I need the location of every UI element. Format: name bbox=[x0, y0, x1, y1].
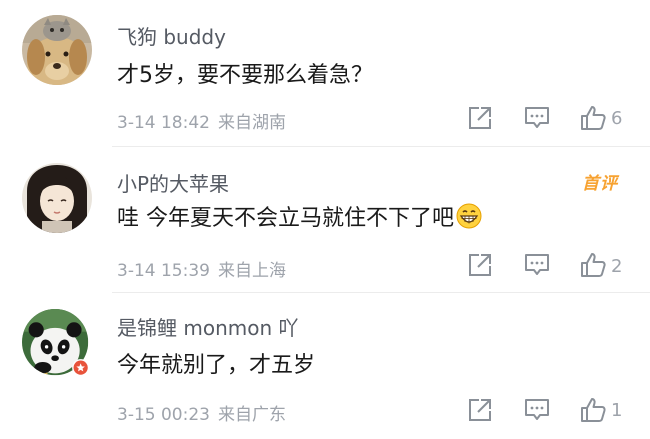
comment-text: 今年就别了，才五岁 bbox=[117, 353, 316, 378]
comment-item: 是锦鲤 monmon 吖 今年就别了，才五岁 3-15 00:23 来自广东 1 bbox=[0, 292, 650, 438]
reply-button[interactable] bbox=[524, 397, 550, 423]
username[interactable]: 是锦鲤 monmon 吖 bbox=[117, 312, 299, 341]
like-count: 2 bbox=[611, 256, 623, 277]
reply-button[interactable] bbox=[524, 105, 550, 131]
user-avatar[interactable] bbox=[22, 15, 92, 85]
dog-avatar-icon bbox=[22, 15, 92, 85]
comment-meta: 3-15 00:23 来自广东 bbox=[117, 400, 286, 425]
like-button[interactable] bbox=[580, 397, 606, 423]
share-button[interactable] bbox=[467, 397, 493, 423]
panda-avatar-icon bbox=[22, 309, 90, 377]
user-avatar[interactable] bbox=[22, 163, 92, 233]
like-count: 1 bbox=[611, 400, 623, 421]
share-button[interactable] bbox=[467, 105, 493, 131]
comment-text-content: 哇 今年夏天不会立马就住不下了吧 bbox=[117, 206, 454, 231]
comment-location: 来自广东 bbox=[217, 405, 286, 425]
comment-icon bbox=[525, 107, 549, 128]
comment-item: 小P的大苹果 首评 哇 今年夏天不会立马就住不下了吧 3-14 15:39 来自上… bbox=[0, 146, 650, 292]
grin-emoji-icon bbox=[456, 203, 482, 235]
thumbs-up-icon bbox=[581, 398, 606, 422]
thumbs-up-icon bbox=[581, 106, 606, 130]
like-count: 6 bbox=[611, 108, 623, 129]
comment-text: 才5岁，要不要那么着急？ bbox=[117, 63, 373, 88]
comment-location: 来自上海 bbox=[217, 261, 286, 281]
like-button[interactable] bbox=[580, 105, 606, 131]
comment-text: 哇 今年夏天不会立马就住不下了吧 bbox=[117, 200, 482, 235]
comment-meta: 3-14 15:39 来自上海 bbox=[117, 256, 286, 281]
share-icon bbox=[469, 399, 491, 421]
comment-date: 3-15 00:23 bbox=[117, 405, 210, 425]
share-button[interactable] bbox=[467, 252, 493, 278]
comment-date: 3-14 15:39 bbox=[117, 261, 210, 281]
share-icon bbox=[469, 254, 491, 276]
comment-location: 来自湖南 bbox=[217, 113, 286, 133]
share-icon bbox=[469, 107, 491, 129]
thumbs-up-icon bbox=[581, 253, 606, 277]
comment-icon bbox=[525, 254, 549, 275]
comment-date: 3-14 18:42 bbox=[117, 113, 210, 133]
comment-actions: 1 bbox=[0, 292, 650, 438]
reply-button[interactable] bbox=[524, 252, 550, 278]
user-avatar[interactable] bbox=[22, 309, 92, 379]
comment-icon bbox=[525, 399, 549, 420]
first-comment-badge: 首评 bbox=[582, 174, 618, 194]
username[interactable]: 小P的大苹果 bbox=[117, 168, 229, 197]
username[interactable]: 飞狗 buddy bbox=[117, 21, 226, 50]
comment-item: 飞狗 buddy 才5岁，要不要那么着急？ 3-14 18:42 来自湖南 6 bbox=[0, 0, 650, 146]
like-button[interactable] bbox=[580, 252, 606, 278]
comment-meta: 3-14 18:42 来自湖南 bbox=[117, 108, 286, 133]
anime-girl-avatar-icon bbox=[22, 163, 92, 233]
